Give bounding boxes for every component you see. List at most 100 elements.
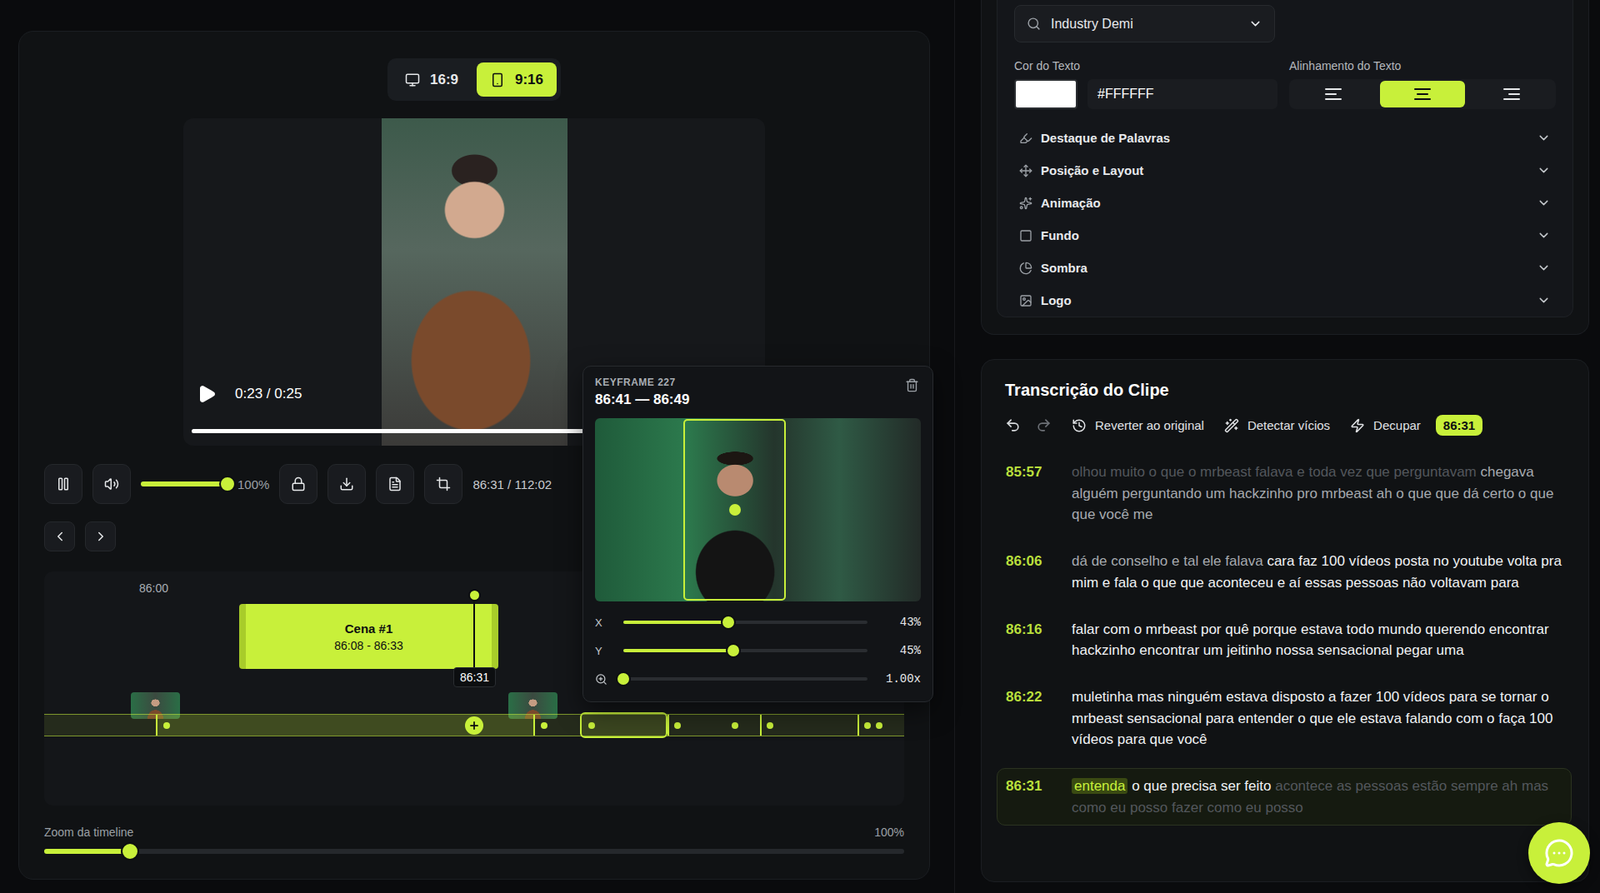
font-select[interactable]: Industry Demi: [1014, 5, 1275, 43]
chevron-down-icon: [1536, 130, 1551, 145]
keyframe-divider: [667, 715, 670, 736]
previous-button[interactable]: [44, 521, 75, 552]
keyframe-divider: [857, 715, 860, 736]
chevron-down-icon: [1536, 293, 1551, 308]
keyframe-divider: [155, 715, 158, 736]
keyframe-slider-row: 1.00x: [595, 670, 921, 689]
transcript-toolbar: Reverter ao original Detectar vícios Decup…: [1005, 415, 1572, 436]
slider-knob[interactable]: [725, 643, 741, 659]
chevron-right-icon: [93, 529, 109, 545]
aspect-button[interactable]: 16:9: [391, 62, 472, 97]
color-swatch[interactable]: [1014, 79, 1078, 110]
highlighter-icon: [1019, 131, 1033, 145]
square-icon: [1019, 229, 1033, 243]
keyframe-dot[interactable]: [674, 722, 681, 730]
lock-button[interactable]: [279, 464, 318, 505]
section-row[interactable]: Sombra: [1014, 251, 1556, 285]
zoom-label: Zoom da timeline: [44, 825, 134, 840]
hex-field[interactable]: #FFFFFF: [1087, 79, 1278, 110]
volume-button[interactable]: [92, 464, 131, 505]
align-left-icon: [1324, 85, 1343, 104]
keyframe-dot[interactable]: [588, 722, 595, 730]
transcript-segment[interactable]: 86:31entenda o que precisa ser feito aco…: [996, 768, 1572, 826]
align-button[interactable]: [1380, 80, 1466, 108]
section-row[interactable]: Fundo: [1014, 219, 1556, 252]
shadow-icon: [1019, 261, 1033, 275]
zoom-reading: 100%: [874, 825, 905, 840]
play-icon: [196, 384, 217, 405]
section-row[interactable]: Posição e Layout: [1014, 154, 1556, 187]
revert-button[interactable]: Reverter ao original: [1071, 418, 1205, 434]
chat-button[interactable]: [1528, 822, 1590, 885]
crop-selection[interactable]: [683, 419, 786, 601]
history-icon: [1071, 418, 1087, 434]
time-badge: 86:31: [1435, 415, 1483, 436]
cut-button[interactable]: Decupar: [1350, 418, 1421, 434]
timeline-zoom: Zoom da timeline 100%: [44, 825, 905, 855]
keyframe-slider[interactable]: [623, 620, 868, 625]
document-button[interactable]: [375, 464, 415, 505]
play-button[interactable]: [196, 384, 217, 405]
keyframe-dot[interactable]: [163, 722, 170, 730]
pause-button[interactable]: [44, 464, 83, 505]
download-button[interactable]: [327, 464, 366, 505]
editor-panel: 16:99:160:23 / 0:25100%86:31 / 112:0286:…: [18, 30, 930, 880]
keyframe-dot[interactable]: [766, 722, 774, 730]
align-button[interactable]: [1290, 80, 1377, 108]
playhead-tooltip: 86:31: [453, 667, 496, 688]
undo-button[interactable]: [1005, 417, 1021, 434]
zoom-slider[interactable]: [44, 849, 905, 855]
ruler-label: 86:00: [139, 581, 169, 595]
keyframe-dot[interactable]: [540, 722, 548, 730]
transcript-segment[interactable]: 86:06dá de conselho e tal ele falava car…: [996, 543, 1572, 601]
transcript-segment[interactable]: 86:22muletinha mas ninguém estava dispos…: [996, 679, 1572, 759]
transcript-segment[interactable]: 86:16falar com o mrbeast por quê porque …: [996, 611, 1572, 670]
player-controls: 0:23 / 0:25: [196, 384, 302, 405]
section-row[interactable]: Logo: [1014, 284, 1556, 317]
smartphone-icon: [490, 72, 505, 88]
chevron-left-icon: [52, 529, 68, 545]
editor-section: 16:99:160:23 / 0:25100%86:31 / 112:0286:…: [0, 0, 955, 893]
keyframe-dot[interactable]: [731, 722, 739, 730]
volume-slider[interactable]: [140, 481, 228, 487]
keyframe-dot[interactable]: [864, 722, 871, 730]
chevron-down-icon: [1536, 228, 1551, 243]
lock-icon: [290, 476, 306, 492]
zoom-knob[interactable]: [120, 842, 140, 861]
keyframe-divider: [760, 715, 762, 736]
volume-knob[interactable]: [219, 475, 236, 493]
next-button[interactable]: [85, 521, 116, 552]
zoom-icon: [595, 673, 608, 686]
playhead-knob[interactable]: [468, 589, 481, 602]
keyframe-dot[interactable]: [875, 722, 883, 730]
side-panel: Industry DemiCor do TextoAlinhamento do …: [955, 0, 1600, 893]
player-time: 0:23 / 0:25: [235, 385, 302, 403]
redo-icon: [1035, 417, 1052, 434]
section-row[interactable]: Destaque de Palavras: [1014, 121, 1556, 155]
add-keyframe-button[interactable]: [465, 716, 484, 735]
selection-handle[interactable]: [729, 504, 741, 516]
redo-button[interactable]: [1035, 417, 1052, 434]
keyframe-title: KEYFRAME 227: [595, 376, 690, 389]
aspect-button[interactable]: 9:16: [476, 62, 557, 97]
detect-button[interactable]: Detectar vícios: [1224, 418, 1330, 434]
keyframe-divider: [533, 715, 535, 736]
transcript-segment[interactable]: 85:57olhou muito o que o mrbeast falava …: [996, 454, 1572, 534]
transcript-title: Transcrição do Clipe: [1005, 380, 1572, 400]
crop-button[interactable]: [424, 464, 463, 505]
aspect-toggle: 16:99:16: [387, 58, 561, 101]
keyframe-range: 86:41 — 86:49: [595, 391, 690, 409]
keyframe-slider[interactable]: [623, 677, 868, 681]
slider-knob[interactable]: [720, 615, 736, 630]
scene-block[interactable]: Cena #186:08 - 86:33: [239, 604, 499, 670]
chevron-down-icon: [1536, 163, 1551, 178]
align-button[interactable]: [1468, 80, 1555, 108]
keyframe-slider[interactable]: [623, 649, 868, 653]
delete-keyframe-button[interactable]: [903, 376, 921, 395]
alignment-group: [1289, 79, 1556, 110]
keyframe-popover: KEYFRAME 22786:41 — 86:49X43%Y45%1.00x: [582, 365, 934, 703]
section-row[interactable]: Animação: [1014, 186, 1556, 220]
slider-knob[interactable]: [615, 671, 631, 687]
keyframe-track[interactable]: [44, 714, 905, 737]
keyframe-slider-row: Y45%: [595, 641, 921, 660]
